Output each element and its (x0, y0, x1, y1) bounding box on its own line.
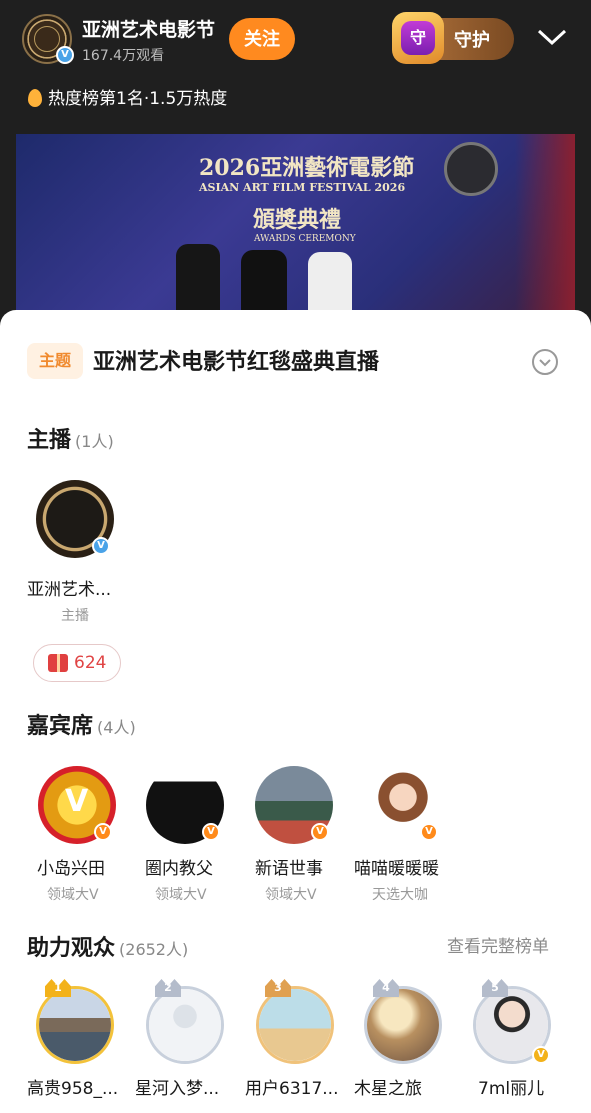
avatar[interactable]: 5 V (473, 979, 551, 1064)
host-avatar[interactable]: V (22, 14, 74, 64)
rank-crown-icon: 3 (265, 979, 291, 997)
theme-tag: 主题 (27, 343, 83, 379)
guest-tag: 领域大V (155, 887, 207, 903)
video-title-en: ASIAN ART FILM FESTIVAL 2026 (199, 181, 406, 194)
chevron-down-icon[interactable] (536, 24, 568, 50)
anchor-name[interactable]: 亚洲艺术... (27, 575, 111, 600)
audience-name[interactable]: 7ml丽儿 (478, 1074, 544, 1099)
room-info-panel: 主题 亚洲艺术电影节红毯盛典直播 主播 (1人) V 亚洲艺术... 主播 624… (0, 310, 591, 1113)
gift-count-button[interactable]: 624 (33, 644, 121, 682)
guard-button[interactable]: 守 守护 (392, 12, 514, 64)
guest-name[interactable]: 小岛兴田 (37, 854, 105, 879)
avatar[interactable]: 1 (36, 979, 114, 1064)
video-ceremony-cn: 頒獎典禮 (253, 207, 342, 233)
live-header: V 亚洲艺术电影节 167.4万观看 关注 守 守护 热度榜第1名·1.5万热度… (0, 0, 591, 330)
live-video[interactable]: 2026亞洲藝術電影節 ASIAN ART FILM FESTIVAL 2026… (16, 134, 575, 320)
video-title-cn: 2026亞洲藝術電影節 (199, 155, 415, 181)
guard-shield-icon: 守 (392, 12, 444, 64)
gift-icon (48, 654, 68, 672)
anchors-heading: 主播 (1人) (27, 428, 114, 453)
avatar[interactable]: 3 (256, 979, 334, 1064)
rank-crown-icon: 1 (45, 979, 71, 997)
viewer-count: 167.4万观看 (82, 48, 165, 64)
hot-rank-text: 热度榜第1名·1.5万热度 (48, 89, 228, 109)
verified-icon: V (420, 823, 438, 841)
fire-icon (28, 89, 42, 107)
verified-icon: V (311, 823, 329, 841)
audience-heading: 助力观众 (2652人) (27, 936, 189, 961)
collapse-icon[interactable] (532, 349, 558, 375)
theme-title: 亚洲艺术电影节红毯盛典直播 (93, 350, 380, 375)
follow-button[interactable]: 关注 (229, 18, 295, 60)
avatar[interactable]: 4 (364, 979, 442, 1064)
audience-name[interactable]: 高贵958_... (27, 1074, 118, 1099)
presenter-figure (176, 244, 220, 320)
verified-icon: V (94, 823, 112, 841)
avatar[interactable]: V (146, 766, 224, 844)
view-full-list-link[interactable]: 查看完整榜单 (447, 932, 549, 957)
audience-name[interactable]: 木星之旅 (354, 1074, 422, 1099)
guests-heading: 嘉宾席 (4人) (27, 714, 136, 739)
rank-crown-icon: 4 (373, 979, 399, 997)
avatar[interactable]: 2 (146, 979, 224, 1064)
guest-name[interactable]: 圈内教父 (145, 854, 213, 879)
guest-tag: 领域大V (47, 887, 99, 903)
avatar[interactable]: V V (38, 766, 116, 844)
avatar[interactable]: V (36, 480, 114, 558)
guest-tag: 领域大V (265, 887, 317, 903)
verified-icon: V (202, 823, 220, 841)
guest-name[interactable]: 喵喵暖暖暖 (354, 854, 439, 879)
rank-crown-icon: 2 (155, 979, 181, 997)
anchor-role: 主播 (61, 608, 89, 624)
audience-name[interactable]: 用户6317... (245, 1074, 338, 1099)
verified-icon: V (532, 1046, 550, 1064)
guard-label: 守护 (454, 30, 490, 51)
verified-icon: V (56, 46, 74, 64)
video-ceremony-en: AWARDS CEREMONY (254, 234, 356, 244)
host-name[interactable]: 亚洲艺术电影节 (82, 15, 215, 42)
guest-name[interactable]: 新语世事 (255, 854, 323, 879)
avatar[interactable]: V (255, 766, 333, 844)
hot-rank[interactable]: 热度榜第1名·1.5万热度 (28, 84, 227, 109)
avatar[interactable]: V (364, 766, 442, 844)
rank-crown-icon: 5 (482, 979, 508, 997)
festival-logo (444, 142, 498, 196)
guest-tag: 天选大咖 (372, 887, 428, 903)
verified-icon: V (92, 537, 110, 555)
audience-name[interactable]: 星河入梦... (135, 1074, 219, 1099)
